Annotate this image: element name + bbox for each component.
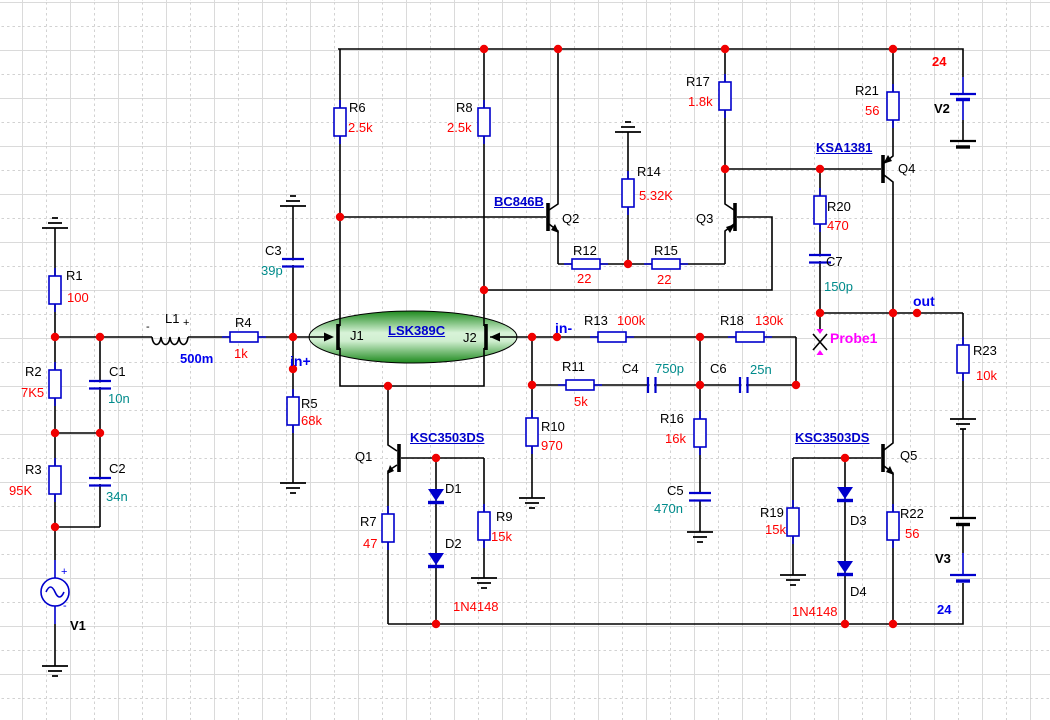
label-R5[interactable]: R5	[301, 397, 318, 410]
value-R3[interactable]: 95K	[9, 484, 32, 497]
value-R21[interactable]: 56	[865, 104, 879, 117]
label-R4[interactable]: R4	[235, 316, 252, 329]
label-J2[interactable]: J2	[463, 331, 477, 344]
label-R18[interactable]: R18	[720, 314, 744, 327]
label-V3[interactable]: V3	[935, 552, 951, 565]
label-C1[interactable]: C1	[109, 365, 126, 378]
value-R20[interactable]: 470	[827, 219, 849, 232]
value-R6[interactable]: 2.5k	[348, 121, 373, 134]
label-R17[interactable]: R17	[686, 75, 710, 88]
value-C7[interactable]: 150p	[824, 280, 853, 293]
value-R5[interactable]: 68k	[301, 414, 322, 427]
label-R21[interactable]: R21	[855, 84, 879, 97]
part-link-Q4[interactable]: KSA1381	[816, 141, 872, 154]
diode-type-left[interactable]: 1N4148	[453, 600, 499, 613]
label-Q4[interactable]: Q4	[898, 162, 915, 175]
label-R14[interactable]: R14	[637, 165, 661, 178]
value-R12[interactable]: 22	[577, 272, 591, 285]
value-R13[interactable]: 100k	[617, 314, 645, 327]
label-R10[interactable]: R10	[541, 420, 565, 433]
value-R18[interactable]: 130k	[755, 314, 783, 327]
value-C2[interactable]: 34n	[106, 490, 128, 503]
label-R6[interactable]: R6	[349, 101, 366, 114]
label-R15[interactable]: R15	[654, 244, 678, 257]
label-D3[interactable]: D3	[850, 514, 867, 527]
label-Q3[interactable]: Q3	[696, 212, 713, 225]
value-R16[interactable]: 16k	[665, 432, 686, 445]
value-R4[interactable]: 1k	[234, 347, 248, 360]
label-R7[interactable]: R7	[360, 515, 377, 528]
node-label-in-plus[interactable]: in+	[290, 354, 311, 368]
label-R9[interactable]: R9	[496, 510, 513, 523]
label-R8[interactable]: R8	[456, 101, 473, 114]
value-R11[interactable]: 5k	[574, 395, 588, 408]
part-link-Q1[interactable]: KSC3503DS	[410, 431, 484, 444]
schematic-editor-canvas: R1 100 R2 7K5 R3 95K R4 1k R5 68k R6 2.5…	[0, 0, 1050, 720]
label-C4[interactable]: C4	[622, 362, 639, 375]
value-R14[interactable]: 5.32K	[639, 189, 673, 202]
probe1-label[interactable]: Probe1	[830, 331, 877, 345]
value-L1[interactable]: 500m	[180, 352, 213, 365]
part-link-Q5[interactable]: KSC3503DS	[795, 431, 869, 444]
label-R16[interactable]: R16	[660, 412, 684, 425]
label-R12[interactable]: R12	[573, 244, 597, 257]
label-V1[interactable]: V1	[70, 619, 86, 632]
schematic-svg	[0, 0, 1050, 720]
label-R11[interactable]: R11	[562, 360, 585, 373]
value-R19[interactable]: 15k	[765, 523, 786, 536]
label-D1[interactable]: D1	[445, 482, 462, 495]
L1-plus-mark: +	[183, 317, 190, 329]
part-link-jfet[interactable]: LSK389C	[388, 324, 445, 337]
label-L1[interactable]: L1	[165, 312, 179, 325]
label-C3[interactable]: C3	[265, 244, 282, 257]
label-R19[interactable]: R19	[760, 506, 784, 519]
diode-type-right[interactable]: 1N4148	[792, 605, 838, 618]
value-R22[interactable]: 56	[905, 527, 919, 540]
value-C5[interactable]: 470n	[654, 502, 683, 515]
label-R3[interactable]: R3	[25, 463, 42, 476]
value-R17[interactable]: 1.8k	[688, 95, 713, 108]
label-C6[interactable]: C6	[710, 362, 727, 375]
label-C7[interactable]: C7	[826, 255, 843, 268]
value-V3[interactable]: 24	[937, 603, 951, 616]
value-R7[interactable]: 47	[363, 537, 377, 550]
label-R13[interactable]: R13	[584, 314, 608, 327]
node-label-out[interactable]: out	[913, 294, 935, 308]
label-Q5[interactable]: Q5	[900, 449, 917, 462]
label-R23[interactable]: R23	[973, 344, 997, 357]
value-R8[interactable]: 2.5k	[447, 121, 472, 134]
label-C5[interactable]: C5	[667, 484, 684, 497]
label-R22[interactable]: R22	[900, 507, 924, 520]
L1-minus-mark: -	[146, 321, 150, 333]
label-R2[interactable]: R2	[25, 365, 42, 378]
value-R2[interactable]: 7K5	[21, 386, 44, 399]
V1-minus-mark: -	[63, 600, 67, 612]
value-R23[interactable]: 10k	[976, 369, 997, 382]
label-J1[interactable]: J1	[350, 329, 364, 342]
V1-plus-mark: +	[61, 566, 68, 578]
label-D4[interactable]: D4	[850, 585, 867, 598]
value-V2[interactable]: 24	[932, 55, 946, 68]
label-R1[interactable]: R1	[66, 269, 83, 282]
part-link-Q2[interactable]: BC846B	[494, 195, 544, 208]
value-C1[interactable]: 10n	[108, 392, 130, 405]
value-C6[interactable]: 25n	[750, 363, 772, 376]
label-V2[interactable]: V2	[934, 102, 950, 115]
label-C2[interactable]: C2	[109, 462, 126, 475]
value-R15[interactable]: 22	[657, 273, 671, 286]
node-label-in-minus[interactable]: in-	[555, 321, 572, 335]
label-R20[interactable]: R20	[827, 200, 851, 213]
value-R9[interactable]: 15k	[491, 530, 512, 543]
label-Q1[interactable]: Q1	[355, 450, 372, 463]
label-Q2[interactable]: Q2	[562, 212, 579, 225]
value-R1[interactable]: 100	[67, 291, 89, 304]
label-D2[interactable]: D2	[445, 537, 462, 550]
value-R10[interactable]: 970	[541, 439, 563, 452]
value-C4[interactable]: 750p	[655, 362, 684, 375]
value-C3[interactable]: 39p	[261, 264, 283, 277]
